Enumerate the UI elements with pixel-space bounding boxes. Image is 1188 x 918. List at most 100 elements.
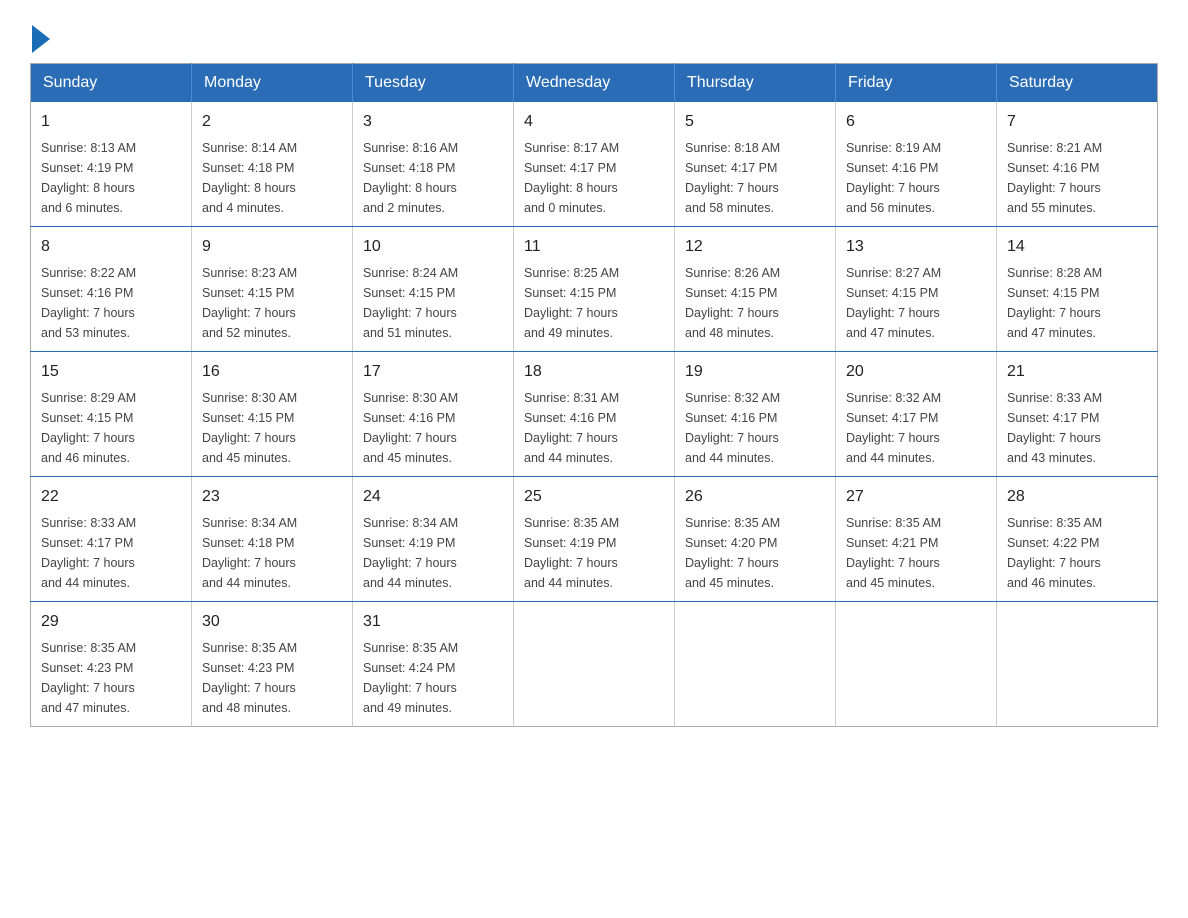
calendar-cell: 30Sunrise: 8:35 AMSunset: 4:23 PMDayligh…: [192, 602, 353, 727]
header-friday: Friday: [836, 64, 997, 103]
calendar-week-row: 1Sunrise: 8:13 AMSunset: 4:19 PMDaylight…: [31, 102, 1158, 227]
daylight-continued-text: and 4 minutes.: [202, 201, 284, 215]
sunset-text: Sunset: 4:17 PM: [524, 161, 616, 175]
day-number: 22: [41, 485, 181, 509]
calendar-cell: 5 Sunrise: 8:18 AMSunset: 4:17 PMDaylight…: [675, 102, 836, 227]
day-number: 12: [685, 235, 825, 259]
calendar-cell: 17Sunrise: 8:30 AMSunset: 4:16 PMDayligh…: [353, 352, 514, 477]
day-number: 18: [524, 360, 664, 384]
day-info: Sunrise: 8:24 AMSunset: 4:15 PMDaylight:…: [363, 263, 503, 343]
header-sunday: Sunday: [31, 64, 192, 103]
calendar-cell: 28Sunrise: 8:35 AMSunset: 4:22 PMDayligh…: [997, 477, 1158, 602]
calendar-cell: 21 Sunrise: 8:33 AMSunset: 4:17 PMDayligh…: [997, 352, 1158, 477]
sunrise-text: Sunrise: 8:30 AM: [363, 391, 458, 405]
calendar-week-row: 29 Sunrise: 8:35 AM Sunset: 4:23 PM Dayligh…: [31, 602, 1158, 727]
day-number: 4: [524, 110, 664, 134]
sunrise-text: Sunrise: 8:29 AM: [41, 391, 136, 405]
calendar-cell: 24Sunrise: 8:34 AMSunset: 4:19 PMDayligh…: [353, 477, 514, 602]
day-number: 17: [363, 360, 503, 384]
day-number: 31: [363, 610, 503, 634]
daylight-text: Daylight: 7 hours: [524, 431, 618, 445]
sunrise-text: Sunrise: 8:31 AM: [524, 391, 619, 405]
sunset-text: Sunset: 4:23 PM: [202, 661, 294, 675]
day-info: Sunrise: 8:29 AMSunset: 4:15 PMDaylight:…: [41, 388, 181, 468]
calendar-cell: 6 Sunrise: 8:19 AMSunset: 4:16 PMDaylight…: [836, 102, 997, 227]
sunrise-text: Sunrise: 8:35 AM: [846, 516, 941, 530]
sunset-text: Sunset: 4:19 PM: [41, 161, 133, 175]
daylight-text: Daylight: 7 hours: [363, 556, 457, 570]
daylight-continued-text: and 44 minutes.: [846, 451, 935, 465]
daylight-text: Daylight: 8 hours: [363, 181, 457, 195]
sunrise-text: Sunrise: 8:35 AM: [363, 641, 458, 655]
day-info: Sunrise: 8:30 AMSunset: 4:15 PMDaylight:…: [202, 388, 342, 468]
sunset-text: Sunset: 4:17 PM: [41, 536, 133, 550]
sunset-text: Sunset: 4:15 PM: [524, 286, 616, 300]
day-info: Sunrise: 8:33 AMSunset: 4:17 PMDaylight:…: [1007, 388, 1147, 468]
daylight-text: Daylight: 7 hours: [363, 681, 457, 695]
day-number: 6: [846, 110, 986, 134]
day-number: 14: [1007, 235, 1147, 259]
day-info: Sunrise: 8:35 AMSunset: 4:22 PMDaylight:…: [1007, 513, 1147, 593]
sunset-text: Sunset: 4:17 PM: [846, 411, 938, 425]
daylight-continued-text: and 44 minutes.: [202, 576, 291, 590]
daylight-text: Daylight: 7 hours: [685, 556, 779, 570]
calendar-cell: 4Sunrise: 8:17 AMSunset: 4:17 PMDaylight…: [514, 102, 675, 227]
daylight-continued-text: and 53 minutes.: [41, 326, 130, 340]
day-number: 26: [685, 485, 825, 509]
daylight-continued-text: and 51 minutes.: [363, 326, 452, 340]
sunrise-text: Sunrise: 8:14 AM: [202, 141, 297, 155]
sunrise-text: Sunrise: 8:26 AM: [685, 266, 780, 280]
sunset-text: Sunset: 4:15 PM: [363, 286, 455, 300]
sunrise-text: Sunrise: 8:22 AM: [41, 266, 136, 280]
calendar-cell: 22Sunrise: 8:33 AMSunset: 4:17 PMDayligh…: [31, 477, 192, 602]
day-number: 21: [1007, 360, 1147, 384]
day-number: 13: [846, 235, 986, 259]
day-number: 5: [685, 110, 825, 134]
sunrise-text: Sunrise: 8:35 AM: [685, 516, 780, 530]
sunset-text: Sunset: 4:20 PM: [685, 536, 777, 550]
daylight-text: Daylight: 7 hours: [524, 556, 618, 570]
page-header: [30, 20, 1158, 43]
calendar-cell: 23Sunrise: 8:34 AMSunset: 4:18 PMDayligh…: [192, 477, 353, 602]
calendar-cell: 2Sunrise: 8:14 AMSunset: 4:18 PMDaylight…: [192, 102, 353, 227]
sunrise-text: Sunrise: 8:25 AM: [524, 266, 619, 280]
sunrise-text: Sunrise: 8:35 AM: [1007, 516, 1102, 530]
day-number: 7: [1007, 110, 1147, 134]
day-info: Sunrise: 8:19 AMSunset: 4:16 PMDaylight:…: [846, 138, 986, 218]
day-number: 10: [363, 235, 503, 259]
calendar-cell: 27Sunrise: 8:35 AMSunset: 4:21 PMDayligh…: [836, 477, 997, 602]
calendar-cell: [836, 602, 997, 727]
day-info: Sunrise: 8:35 AMSunset: 4:19 PMDaylight:…: [524, 513, 664, 593]
daylight-text: Daylight: 7 hours: [1007, 181, 1101, 195]
daylight-text: Daylight: 7 hours: [685, 306, 779, 320]
calendar-cell: 15Sunrise: 8:29 AMSunset: 4:15 PMDayligh…: [31, 352, 192, 477]
daylight-continued-text: and 2 minutes.: [363, 201, 445, 215]
sunrise-text: Sunrise: 8:19 AM: [846, 141, 941, 155]
day-info: Sunrise: 8:13 AMSunset: 4:19 PMDaylight:…: [41, 138, 181, 218]
daylight-text: Daylight: 7 hours: [363, 306, 457, 320]
calendar-cell: 20Sunrise: 8:32 AMSunset: 4:17 PMDayligh…: [836, 352, 997, 477]
calendar-table: SundayMondayTuesdayWednesdayThursdayFrid…: [30, 63, 1158, 727]
day-number: 11: [524, 235, 664, 259]
sunrise-text: Sunrise: 8:33 AM: [41, 516, 136, 530]
daylight-continued-text: and 49 minutes.: [524, 326, 613, 340]
day-number: 29: [41, 610, 181, 634]
day-info: Sunrise: 8:35 AM Sunset: 4:20 PM Daylight:…: [685, 513, 825, 593]
daylight-continued-text: and 52 minutes.: [202, 326, 291, 340]
daylight-continued-text: and 45 minutes.: [685, 576, 774, 590]
daylight-continued-text: and 44 minutes.: [363, 576, 452, 590]
day-info: Sunrise: 8:31 AMSunset: 4:16 PMDaylight:…: [524, 388, 664, 468]
day-info: Sunrise: 8:18 AMSunset: 4:17 PMDaylight:…: [685, 138, 825, 218]
day-info: Sunrise: 8:26 AM Sunset: 4:15 PM Daylight:…: [685, 263, 825, 343]
sunset-text: Sunset: 4:16 PM: [685, 411, 777, 425]
day-info: Sunrise: 8:22 AMSunset: 4:16 PMDaylight:…: [41, 263, 181, 343]
day-info: Sunrise: 8:16 AMSunset: 4:18 PMDaylight:…: [363, 138, 503, 218]
daylight-text: Daylight: 7 hours: [1007, 556, 1101, 570]
sunset-text: Sunset: 4:15 PM: [685, 286, 777, 300]
header-tuesday: Tuesday: [353, 64, 514, 103]
sunrise-text: Sunrise: 8:35 AM: [202, 641, 297, 655]
day-info: Sunrise: 8:34 AMSunset: 4:19 PMDaylight:…: [363, 513, 503, 593]
day-number: 8: [41, 235, 181, 259]
day-info: Sunrise: 8:34 AMSunset: 4:18 PMDaylight:…: [202, 513, 342, 593]
daylight-text: Daylight: 8 hours: [202, 181, 296, 195]
